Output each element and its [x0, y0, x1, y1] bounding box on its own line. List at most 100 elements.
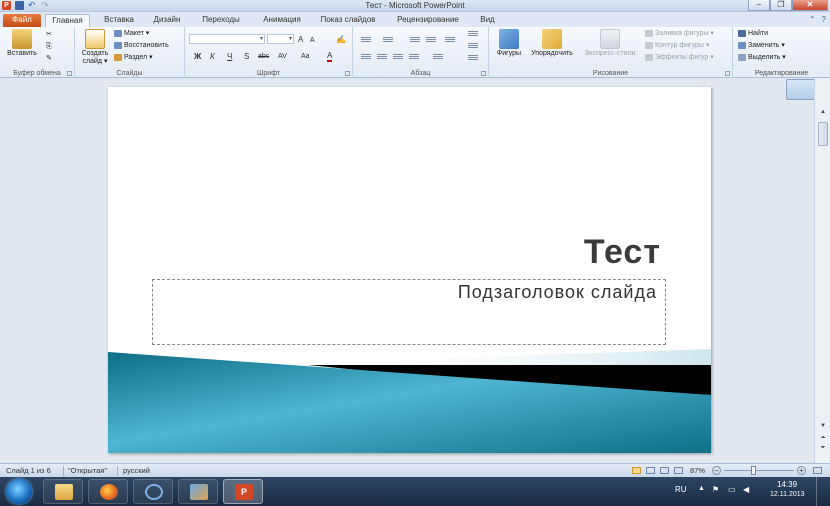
- decrease-indent-icon[interactable]: [410, 36, 420, 44]
- align-right-icon[interactable]: [393, 53, 403, 61]
- replace-button[interactable]: Заменить ▾: [738, 41, 785, 50]
- taskbar-media[interactable]: [133, 479, 173, 504]
- scroll-up-icon[interactable]: ▲: [818, 108, 828, 116]
- clear-formatting-icon[interactable]: ✍: [336, 35, 346, 44]
- line-spacing-icon[interactable]: [445, 36, 455, 44]
- clock-date[interactable]: 12.11.2013: [770, 491, 805, 498]
- tab-view[interactable]: Вид: [475, 14, 500, 27]
- slide-sorter-view-icon[interactable]: [646, 467, 655, 474]
- previous-slide-icon[interactable]: ⏶: [818, 434, 828, 442]
- font-launcher-icon[interactable]: [345, 71, 350, 76]
- volume-icon[interactable]: ◀: [743, 485, 749, 494]
- tab-insert[interactable]: Вставка: [97, 14, 141, 27]
- drawing-launcher-icon[interactable]: [725, 71, 730, 76]
- paste-button[interactable]: Вставить: [5, 29, 39, 58]
- underline-button[interactable]: Ч: [227, 52, 232, 61]
- flag-icon[interactable]: ⚑: [712, 485, 719, 494]
- help-icon[interactable]: ?: [822, 15, 826, 24]
- bullets-icon[interactable]: [361, 36, 371, 44]
- normal-view-icon[interactable]: [632, 467, 641, 474]
- zoom-slider-track[interactable]: [724, 470, 794, 471]
- change-case-button[interactable]: Aa: [301, 52, 310, 61]
- character-spacing-button[interactable]: AV: [278, 52, 287, 61]
- clock-time[interactable]: 14:39: [777, 480, 797, 489]
- scroll-down-icon[interactable]: ▼: [818, 422, 828, 430]
- network-icon[interactable]: ▭: [728, 485, 736, 494]
- language-indicator[interactable]: русский: [123, 464, 150, 477]
- shape-fill-button[interactable]: Заливка фигуры ▾: [645, 29, 714, 38]
- cursor-icon: [738, 54, 746, 61]
- zoom-level[interactable]: 87%: [690, 464, 705, 477]
- fit-to-window-icon[interactable]: [813, 467, 822, 474]
- vertical-scrollbar[interactable]: ▲ ▼ ⏶ ⏷: [814, 78, 830, 463]
- zoom-slider-thumb[interactable]: [751, 466, 756, 475]
- format-painter-icon[interactable]: ✎: [46, 54, 52, 63]
- strikethrough-button[interactable]: abc: [258, 52, 269, 61]
- subtitle-placeholder[interactable]: Подзаголовок слайда: [152, 279, 666, 345]
- shrink-font-icon[interactable]: A: [310, 36, 315, 45]
- shadow-button[interactable]: S: [244, 52, 249, 61]
- tab-home[interactable]: Главная: [45, 14, 90, 27]
- close-button[interactable]: ✕: [792, 0, 828, 11]
- shape-outline-button[interactable]: Контур фигуры ▾: [645, 41, 709, 50]
- align-left-icon[interactable]: [361, 53, 371, 61]
- new-slide-button[interactable]: Создать слайд ▾: [78, 29, 112, 66]
- slide-show-view-icon[interactable]: [674, 467, 683, 474]
- section-button[interactable]: Раздел ▾: [114, 53, 153, 62]
- text-direction-icon[interactable]: [468, 30, 478, 38]
- arrange-button[interactable]: Упорядочить: [527, 29, 577, 58]
- section-icon: [114, 54, 122, 61]
- input-language[interactable]: RU: [675, 485, 687, 494]
- next-slide-icon[interactable]: ⏷: [818, 444, 828, 452]
- tab-transitions[interactable]: Переходы: [195, 14, 247, 27]
- tab-animations[interactable]: Анимация: [254, 14, 310, 27]
- shape-effects-button[interactable]: Эффекты фигур ▾: [645, 53, 714, 62]
- font-color-button[interactable]: A: [327, 51, 333, 62]
- show-hidden-icons[interactable]: ▲: [698, 485, 705, 492]
- align-text-icon[interactable]: [468, 42, 478, 50]
- slide-title[interactable]: Тест: [584, 233, 661, 272]
- taskbar-people[interactable]: [178, 479, 218, 504]
- tab-review[interactable]: Рецензирование: [388, 14, 468, 27]
- bold-button[interactable]: Ж: [194, 52, 201, 61]
- select-button[interactable]: Выделить ▾: [738, 53, 786, 62]
- zoom-out-button[interactable]: –: [712, 466, 721, 475]
- find-button[interactable]: Найти: [738, 29, 768, 38]
- minimize-ribbon-icon[interactable]: ⌃: [809, 15, 816, 24]
- taskbar-powerpoint[interactable]: P: [223, 479, 263, 504]
- show-desktop-button[interactable]: [816, 477, 828, 506]
- increase-indent-icon[interactable]: [426, 36, 436, 44]
- columns-icon[interactable]: [433, 53, 443, 61]
- taskbar-firefox[interactable]: [88, 479, 128, 504]
- layout-button[interactable]: Макет ▾: [114, 29, 149, 38]
- numbering-icon[interactable]: [383, 36, 393, 44]
- grow-font-icon[interactable]: A: [298, 35, 303, 44]
- reset-button[interactable]: Восстановить: [114, 41, 169, 50]
- taskbar-explorer[interactable]: [43, 479, 83, 504]
- restore-button[interactable]: ❐: [770, 0, 792, 11]
- slide-canvas[interactable]: Тест Подзаголовок слайда: [108, 87, 711, 453]
- start-button[interactable]: [6, 479, 32, 504]
- theme-name[interactable]: "Открытая": [68, 464, 107, 477]
- tab-file[interactable]: Файл: [3, 14, 41, 27]
- window-controls: – ❐ ✕: [748, 0, 828, 11]
- zoom-in-button[interactable]: +: [797, 466, 806, 475]
- slide-subtitle[interactable]: Подзаголовок слайда: [458, 282, 657, 303]
- copy-icon[interactable]: ⎘: [46, 42, 52, 51]
- font-size-combo[interactable]: ▾: [267, 34, 294, 44]
- tab-slide-show[interactable]: Показ слайдов: [315, 14, 381, 27]
- tab-design[interactable]: Дизайн: [146, 14, 188, 27]
- justify-icon[interactable]: [409, 53, 419, 61]
- reading-view-icon[interactable]: [660, 467, 669, 474]
- shapes-button[interactable]: Фигуры: [493, 29, 525, 58]
- scrollbar-thumb[interactable]: [818, 122, 828, 146]
- italic-button[interactable]: К: [210, 52, 215, 61]
- paragraph-launcher-icon[interactable]: [481, 71, 486, 76]
- align-center-icon[interactable]: [377, 53, 387, 61]
- clipboard-launcher-icon[interactable]: [67, 71, 72, 76]
- quick-styles-button[interactable]: Экспресс-стили: [579, 29, 641, 58]
- smartart-icon[interactable]: [468, 54, 478, 62]
- font-name-combo[interactable]: ▾: [189, 34, 265, 44]
- minimize-button[interactable]: –: [748, 0, 770, 11]
- cut-icon[interactable]: ✂: [46, 30, 52, 39]
